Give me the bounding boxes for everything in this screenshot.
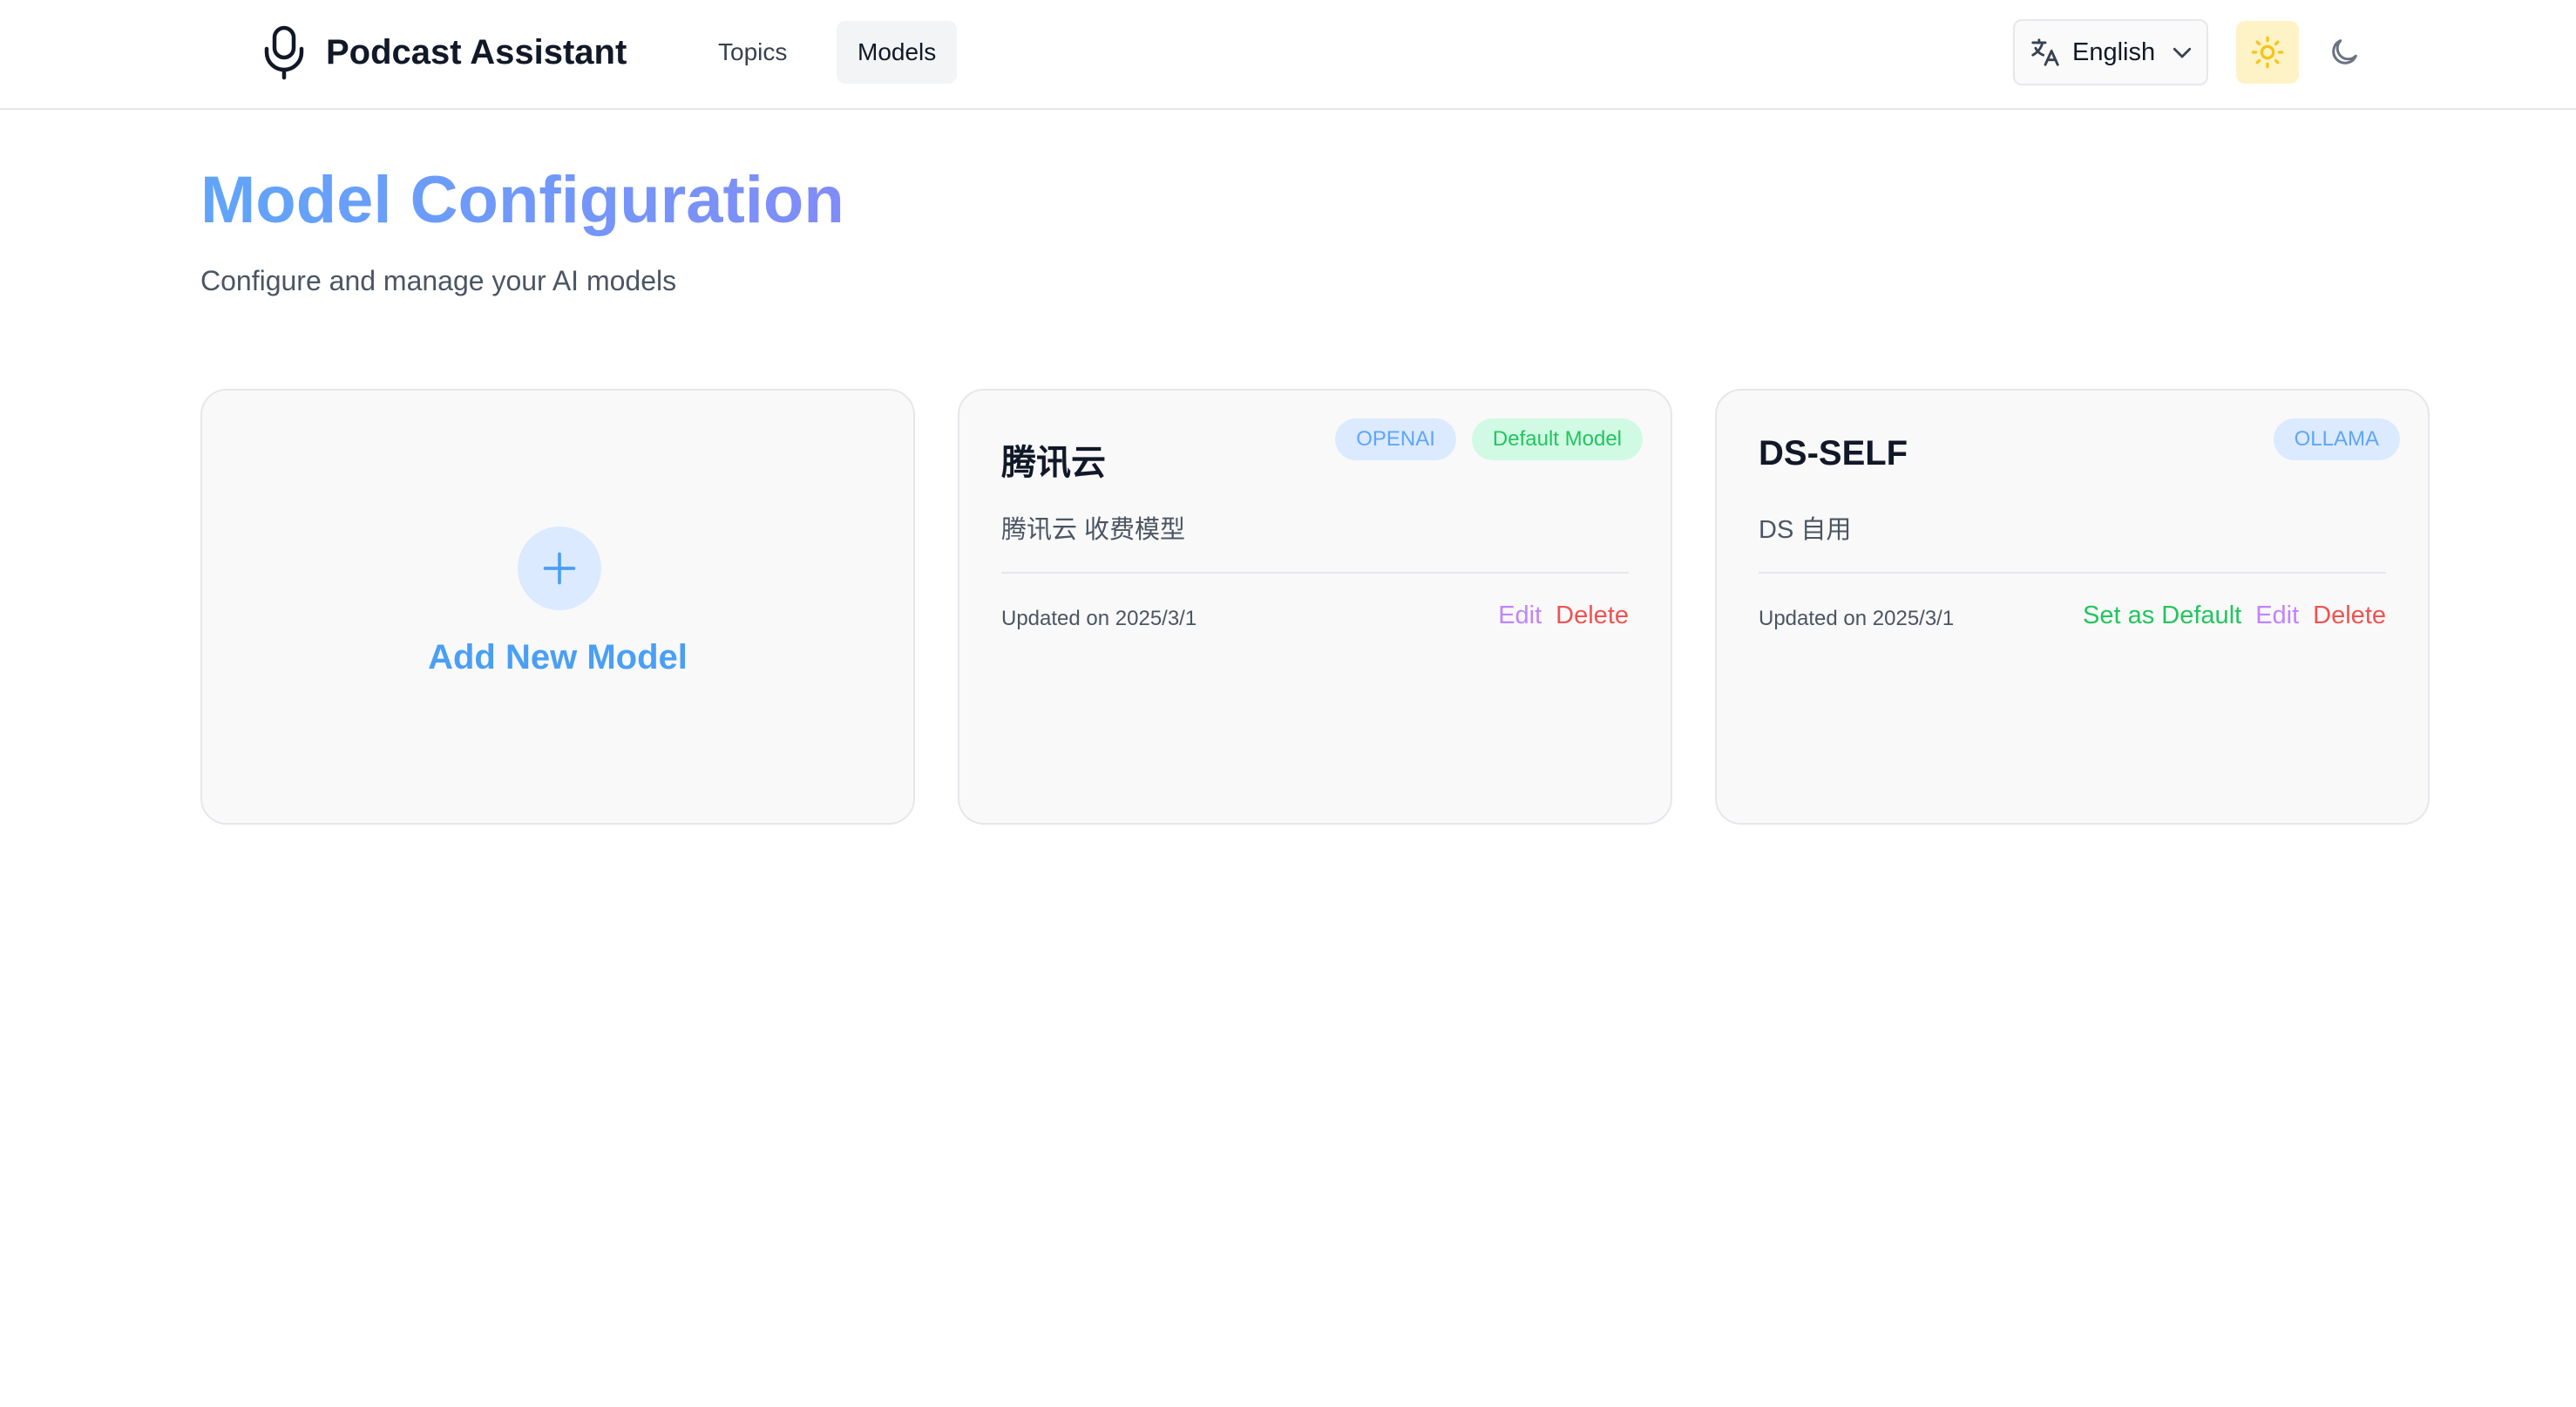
microphone-icon	[264, 25, 304, 80]
model-updated-date: Updated on 2025/3/1	[1759, 607, 1955, 630]
card-divider	[1001, 572, 1629, 574]
sun-icon	[2251, 36, 2284, 69]
card-divider	[1759, 572, 2386, 574]
delete-button[interactable]: Delete	[2313, 602, 2386, 630]
app-title: Podcast Assistant	[326, 32, 627, 71]
model-description: DS 自用	[1759, 516, 1852, 544]
set-as-default-button[interactable]: Set as Default	[2083, 602, 2241, 630]
top-navbar: Podcast Assistant Topics Models English	[0, 0, 2576, 110]
edit-button[interactable]: Edit	[1498, 602, 1542, 630]
model-card: OPENAI Default Model 腾讯云 腾讯云 收费模型 Update…	[958, 389, 1672, 825]
model-badges: OPENAI Default Model	[1335, 418, 1643, 460]
model-updated-date: Updated on 2025/3/1	[1001, 607, 1197, 630]
model-name: DS-SELF	[1759, 434, 1908, 472]
provider-badge: OPENAI	[1335, 418, 1456, 460]
add-new-model-card[interactable]: Add New Model	[200, 389, 915, 825]
model-actions: Edit Delete	[1498, 602, 1629, 630]
add-model-circle	[518, 527, 601, 610]
language-select[interactable]: English	[2013, 19, 2208, 85]
default-model-badge: Default Model	[1471, 418, 1643, 460]
dark-theme-button[interactable]	[2313, 21, 2376, 84]
model-actions: Set as Default Edit Delete	[2083, 602, 2386, 630]
translate-icon	[2031, 38, 2059, 66]
edit-button[interactable]: Edit	[2255, 602, 2299, 630]
plus-icon	[543, 552, 576, 585]
chevron-down-icon	[2173, 47, 2192, 58]
provider-badge: OLLAMA	[2273, 418, 2400, 460]
model-description: 腾讯云 收费模型	[1001, 516, 1186, 544]
page-subtitle: Configure and manage your AI models	[200, 265, 677, 296]
model-name: 腾讯云	[1001, 444, 1106, 482]
brand-logo-link[interactable]: Podcast Assistant	[261, 24, 627, 80]
model-card: OLLAMA DS-SELF DS 自用 Updated on 2025/3/1…	[1715, 389, 2430, 825]
model-badges: OLLAMA	[2273, 418, 2400, 460]
light-theme-button[interactable]	[2236, 21, 2299, 84]
delete-button[interactable]: Delete	[1556, 602, 1629, 630]
nav-topics[interactable]: Topics	[697, 21, 808, 84]
language-selected-value: English	[2072, 37, 2156, 66]
add-new-model-label: Add New Model	[428, 638, 688, 676]
moon-icon	[2332, 39, 2357, 65]
page-title: Model Configuration	[200, 157, 844, 244]
nav-models[interactable]: Models	[837, 21, 958, 84]
